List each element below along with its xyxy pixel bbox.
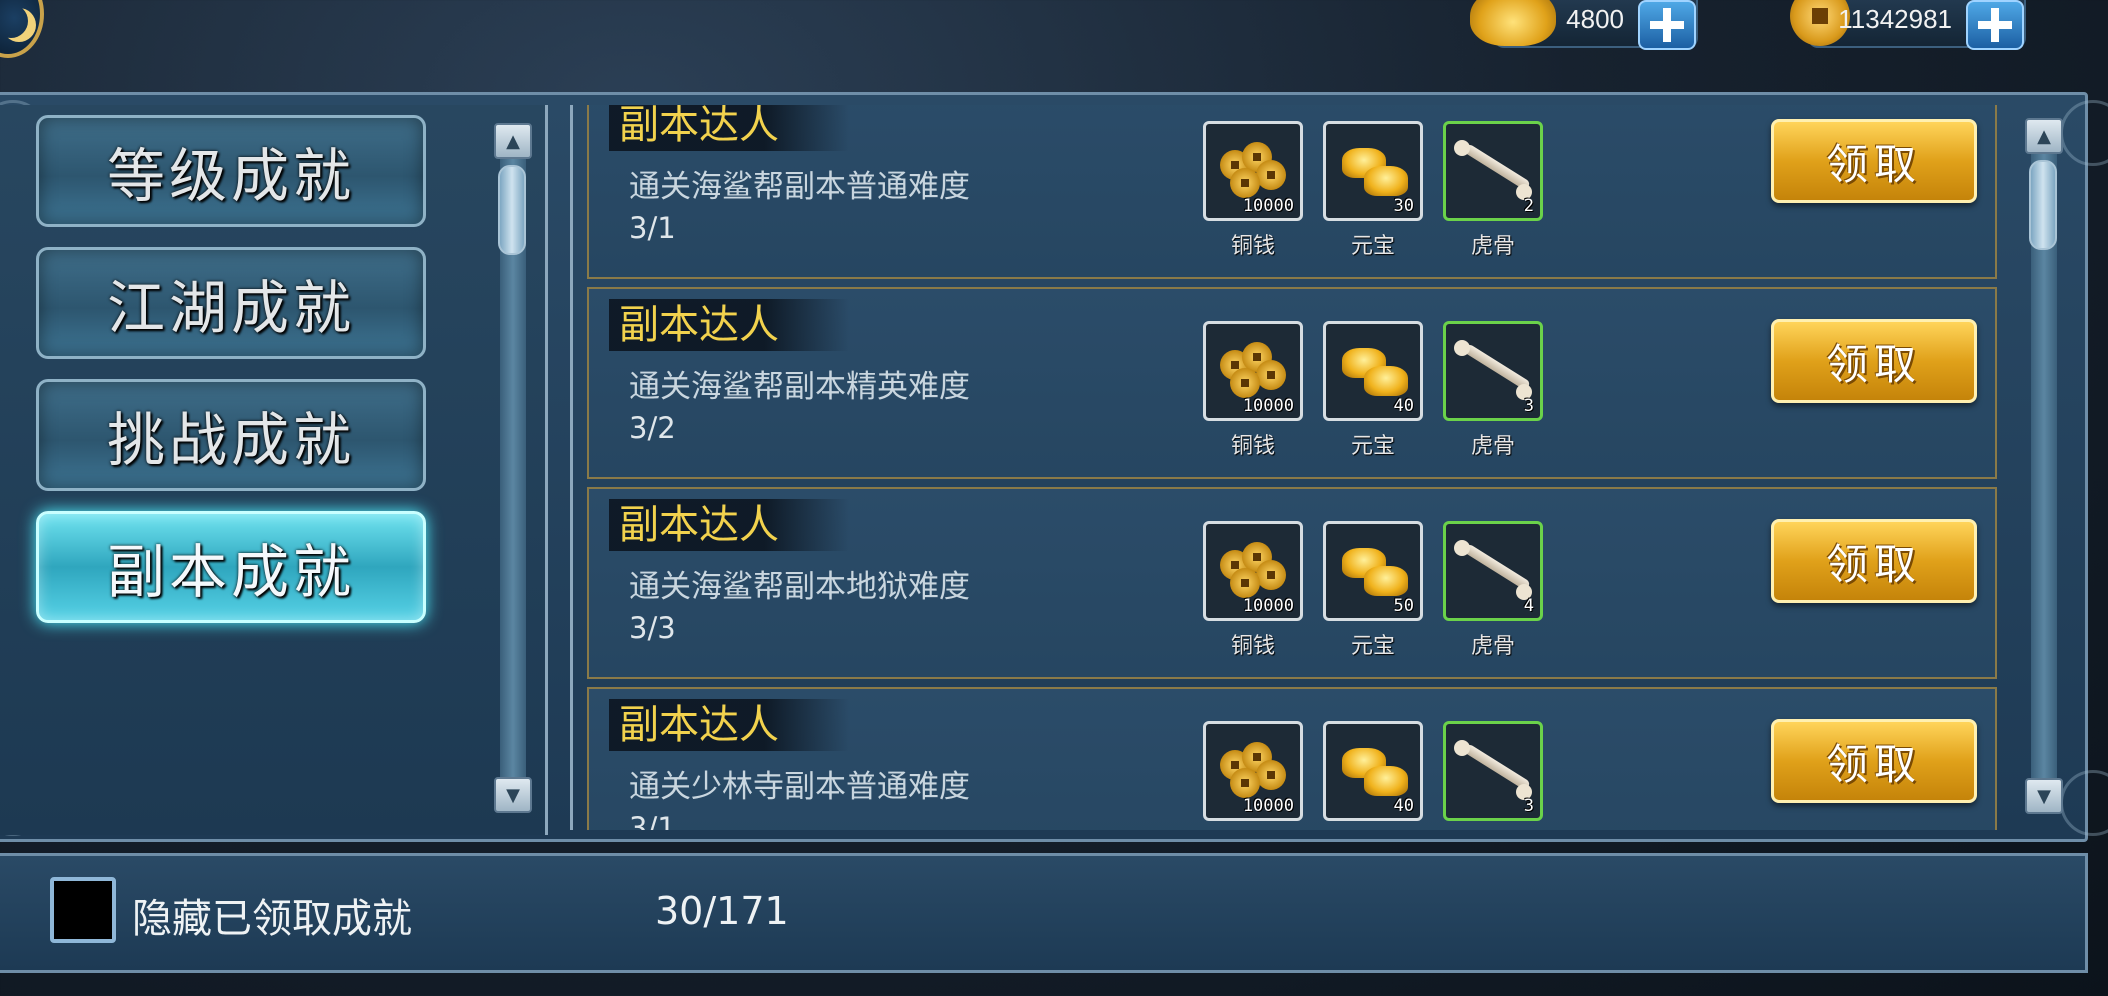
reward-name: 元宝: [1350, 434, 1395, 459]
achievement-row: 副本达人 通关少林寺副本普通难度 3/1 10000 铜钱 40 元宝 3 虎骨…: [587, 687, 1997, 830]
achievement-scroll-thumb[interactable]: [2029, 160, 2057, 250]
reward-ingot[interactable]: 40 元宝: [1323, 721, 1423, 821]
achievement-scroll-down-arrow-icon[interactable]: ▼: [2025, 778, 2063, 814]
category-scroll-up-arrow-icon[interactable]: ▲: [494, 123, 532, 159]
reward-name: 虎骨: [1470, 234, 1515, 259]
category-level-button[interactable]: 等级成就: [36, 115, 426, 227]
achievement-progress: 3/1: [629, 211, 676, 245]
achievement-progress: 3/3: [629, 611, 676, 645]
achievement-progress: 3/1: [629, 811, 676, 830]
reward-name: 铜钱: [1206, 828, 1300, 830]
reward-name: 虎骨: [1470, 434, 1515, 459]
reward-ingot[interactable]: 30 元宝: [1323, 121, 1423, 259]
top-bar: 4800 11342981: [0, 0, 2108, 70]
reward-ingot[interactable]: 50 元宝: [1323, 521, 1423, 659]
achievement-row: 副本达人 通关海鲨帮副本普通难度 3/1 10000 铜钱 30 元宝 2 虎骨…: [587, 105, 1997, 279]
achievement-title: 副本达人: [609, 699, 849, 751]
add-copper-button[interactable]: [1966, 0, 2024, 50]
achievement-row: 副本达人 通关海鲨帮副本精英难度 3/2 10000 铜钱 40 元宝 3 虎骨…: [587, 287, 1997, 479]
reward-name: 元宝: [1350, 234, 1395, 259]
achievement-row: 副本达人 通关海鲨帮副本地狱难度 3/3 10000 铜钱 50 元宝 4 虎骨…: [587, 487, 1997, 679]
hide-claimed-label: 隐藏已领取成就: [132, 896, 412, 942]
category-list: 等级成就 江湖成就 挑战成就 副本成就 ▲ ▼: [0, 105, 548, 835]
reward-count: 10000: [1242, 796, 1294, 816]
reward-count: 40: [1393, 796, 1414, 816]
claim-button[interactable]: 领取: [1771, 719, 1977, 803]
gold-ingot-icon: [1470, 0, 1556, 46]
copper-value: 11342981: [1838, 4, 1952, 34]
reward-name: 虎骨: [1470, 634, 1515, 659]
reward-count: 3: [1523, 396, 1534, 416]
reward-count: 30: [1393, 196, 1414, 216]
tiger-bone-icon: [1454, 736, 1530, 796]
category-jianghu-button[interactable]: 江湖成就: [36, 247, 426, 359]
reward-name: 铜钱: [1230, 434, 1275, 459]
achievement-title: 副本达人: [609, 299, 849, 351]
add-ingot-button[interactable]: [1638, 0, 1696, 50]
reward-count: 10000: [1242, 196, 1294, 216]
claim-button[interactable]: 领取: [1771, 319, 1977, 403]
reward-count: 50: [1393, 596, 1414, 616]
reward-copper[interactable]: 10000 铜钱: [1203, 721, 1303, 821]
reward-name: 元宝: [1350, 634, 1395, 659]
reward-name: 铜钱: [1230, 634, 1275, 659]
reward-tiger-bone[interactable]: 3 虎骨: [1443, 321, 1543, 459]
reward-tiger-bone[interactable]: 3 虎骨: [1443, 721, 1543, 821]
reward-name: 元宝: [1326, 828, 1420, 830]
gold-ingot-icon: [1336, 536, 1410, 596]
tiger-bone-icon: [1454, 536, 1530, 596]
reward-name: 虎骨: [1446, 828, 1540, 830]
ingot-value: 4800: [1566, 4, 1624, 34]
reward-count: 3: [1523, 796, 1534, 816]
gold-ingot-icon: [1336, 136, 1410, 196]
category-scroll-down-arrow-icon[interactable]: ▼: [494, 777, 532, 813]
category-challenge-button[interactable]: 挑战成就: [36, 379, 426, 491]
category-scroll-thumb[interactable]: [498, 165, 526, 255]
achievement-scroll-up-arrow-icon[interactable]: ▲: [2025, 118, 2063, 154]
reward-ingot[interactable]: 40 元宝: [1323, 321, 1423, 459]
achievement-desc: 通关少林寺副本普通难度: [629, 769, 970, 805]
reward-name: 铜钱: [1230, 234, 1275, 259]
reward-tiger-bone[interactable]: 2 虎骨: [1443, 121, 1543, 259]
achievement-desc: 通关海鲨帮副本普通难度: [629, 169, 970, 205]
copper-coins-icon: [1216, 336, 1290, 398]
reward-count: 10000: [1242, 596, 1294, 616]
claim-button[interactable]: 领取: [1771, 119, 1977, 203]
reward-count: 2: [1523, 196, 1534, 216]
copper-coins-icon: [1216, 736, 1290, 798]
achievement-desc: 通关海鲨帮副本精英难度: [629, 369, 970, 405]
gold-ingot-icon: [1336, 736, 1410, 796]
gold-ingot-icon: [1336, 336, 1410, 396]
copper-coins-icon: [1216, 536, 1290, 598]
reward-tiger-bone[interactable]: 4 虎骨: [1443, 521, 1543, 659]
reward-count: 4: [1523, 596, 1534, 616]
achievement-counter: 30/171: [655, 889, 789, 933]
achievement-title: 副本达人: [609, 499, 849, 551]
achievement-list: 副本达人 通关海鲨帮副本普通难度 3/1 10000 铜钱 30 元宝 2 虎骨…: [570, 105, 2003, 830]
achievement-progress: 3/2: [629, 411, 676, 445]
achievement-desc: 通关海鲨帮副本地狱难度: [629, 569, 970, 605]
moon-menu-icon[interactable]: [0, 0, 44, 58]
copper-coins-icon: [1216, 136, 1290, 198]
reward-count: 40: [1393, 396, 1414, 416]
tiger-bone-icon: [1454, 336, 1530, 396]
hide-claimed-checkbox[interactable]: [50, 877, 116, 943]
reward-count: 10000: [1242, 396, 1294, 416]
reward-copper[interactable]: 10000 铜钱: [1203, 121, 1303, 259]
copper-currency: 11342981: [1790, 0, 2026, 50]
tiger-bone-icon: [1454, 136, 1530, 196]
reward-copper[interactable]: 10000 铜钱: [1203, 321, 1303, 459]
claim-button[interactable]: 领取: [1771, 519, 1977, 603]
category-dungeon-button[interactable]: 副本成就: [36, 511, 426, 623]
achievement-title: 副本达人: [609, 105, 849, 151]
reward-copper[interactable]: 10000 铜钱: [1203, 521, 1303, 659]
ingot-currency: 4800: [1470, 0, 1698, 50]
